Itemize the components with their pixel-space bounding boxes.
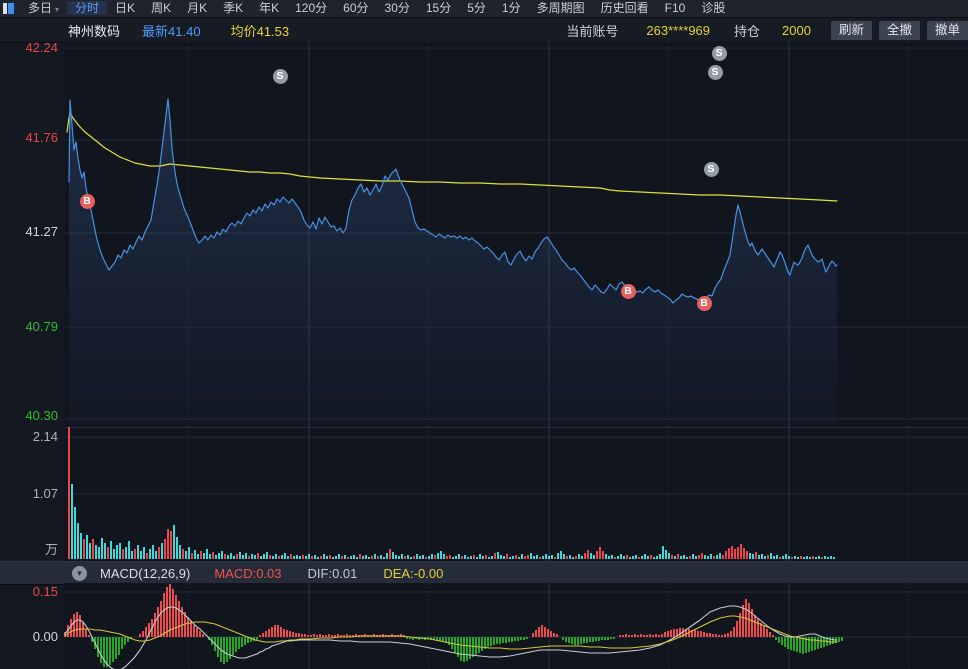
tab-F10[interactable]: F10 bbox=[657, 1, 694, 15]
app: 多日 ▾ 分时 日K 周K 月K 季K 年K 120分 60分 30分 15分 5分 1分 多周期图 历史回看… bbox=[0, 0, 968, 669]
tab-多周期图[interactable]: 多周期图 bbox=[529, 1, 593, 15]
dropdown-arrow-icon: ▾ bbox=[55, 5, 60, 14]
tab-季K[interactable]: 季K bbox=[215, 1, 251, 15]
cancel-all-button[interactable]: 全撤 bbox=[878, 20, 920, 40]
tab-周K[interactable]: 周K bbox=[143, 1, 179, 15]
price-chart[interactable] bbox=[0, 42, 968, 427]
tab-日K[interactable]: 日K bbox=[107, 1, 143, 15]
macd-value: MACD:0.03 bbox=[214, 565, 282, 581]
tab-5分[interactable]: 5分 bbox=[459, 1, 494, 15]
tab-分时[interactable]: 分时 bbox=[67, 1, 108, 15]
topbar: 多日 ▾ 分时 日K 周K 月K 季K 年K 120分 60分 30分 15分 5分 1分 多周期图 历史回看… bbox=[0, 0, 968, 18]
tab-月K[interactable]: 月K bbox=[179, 1, 215, 15]
window-layout-icon bbox=[3, 3, 14, 15]
position-label: 持仓 bbox=[734, 23, 761, 39]
tab-诊股[interactable]: 诊股 bbox=[693, 1, 733, 15]
refresh-button[interactable]: 刷新 bbox=[830, 20, 872, 40]
account-number: 263****969 bbox=[646, 22, 711, 38]
indicator-name[interactable]: MACD(12,26,9) bbox=[100, 566, 190, 581]
collapse-chevron-icon[interactable]: ▾ bbox=[72, 565, 87, 581]
tab-年K[interactable]: 年K bbox=[251, 1, 287, 15]
tab-60分[interactable]: 60分 bbox=[335, 1, 376, 15]
tab-历史回看[interactable]: 历史回看 bbox=[593, 1, 657, 15]
account-group: 当前账号 263****969 持仓 2000 刷新 全撤 撤单 bbox=[566, 20, 968, 40]
tab-多日[interactable]: 多日 ▾ bbox=[20, 1, 67, 15]
stock-name: 神州数码 bbox=[68, 23, 121, 39]
dea-value: DEA:-0.00 bbox=[383, 565, 444, 581]
period-menu: 多日 ▾ 分时 日K 周K 月K 季K 年K 120分 60分 30分 15分 5分 1分 多周期图 历史回看… bbox=[20, 0, 733, 18]
tab-120分[interactable]: 120分 bbox=[287, 1, 335, 15]
tab-15分[interactable]: 15分 bbox=[418, 1, 459, 15]
dif-value: DIF:0.01 bbox=[307, 565, 358, 581]
info-bar: 神州数码 最新41.40 均价41.53 当前账号 263****969 持仓 … bbox=[0, 18, 968, 43]
cancel-order-button[interactable]: 撤单 bbox=[926, 20, 968, 40]
latest-price: 最新41.40 bbox=[142, 23, 201, 39]
account-label: 当前账号 bbox=[566, 23, 619, 39]
tab-30分[interactable]: 30分 bbox=[377, 1, 418, 15]
volume-chart[interactable] bbox=[0, 427, 968, 561]
macd-chart[interactable] bbox=[0, 583, 968, 669]
macd-toolbar: ▾ MACD(12,26,9) MACD:0.03 DIF:0.01 DEA:-… bbox=[0, 561, 968, 585]
position-value: 2000 bbox=[782, 22, 811, 38]
tab-1分[interactable]: 1分 bbox=[494, 1, 529, 15]
avg-price: 均价41.53 bbox=[230, 23, 290, 39]
